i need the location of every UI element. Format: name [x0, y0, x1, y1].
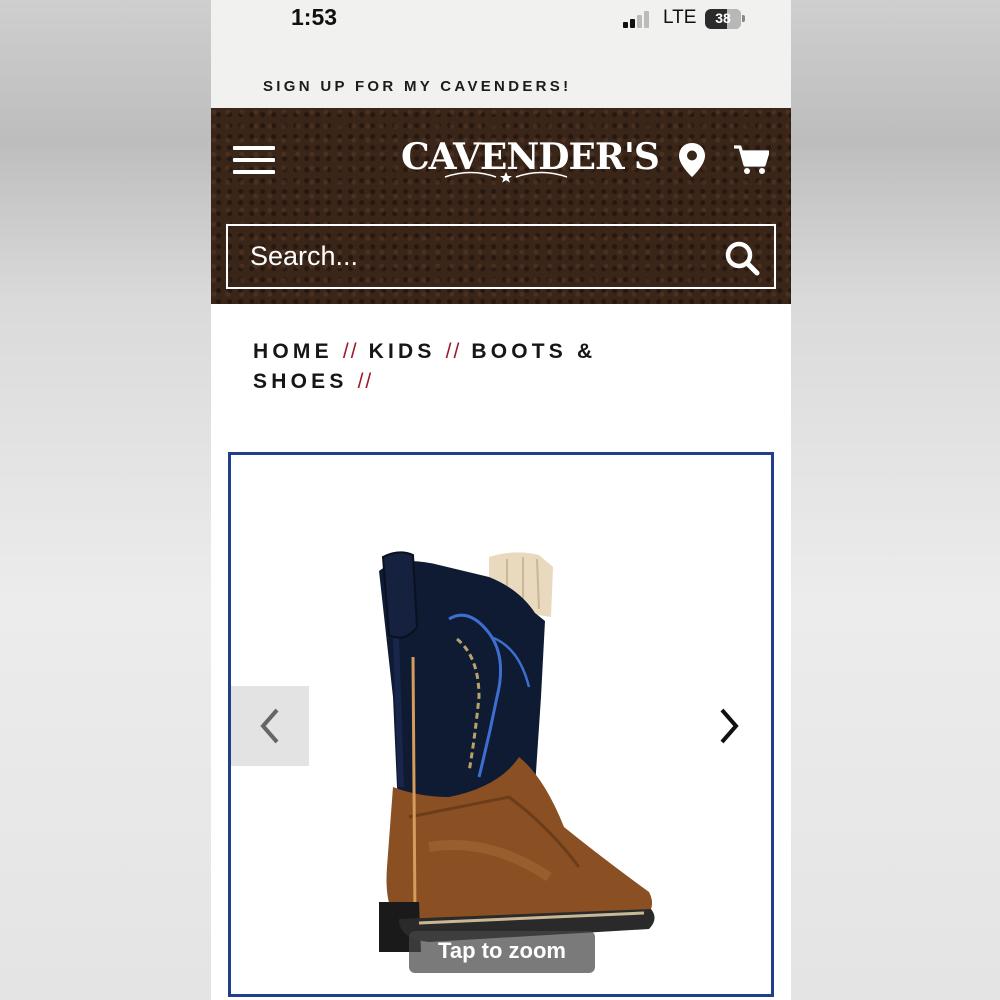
breadcrumb-separator: // [342, 340, 359, 363]
product-boot-image[interactable] [339, 547, 659, 967]
carousel-prev-button[interactable] [231, 686, 309, 766]
chevron-left-icon [260, 708, 279, 744]
breadcrumb-separator: // [357, 370, 374, 393]
carousel-next-button[interactable] [709, 698, 749, 754]
breadcrumb: HOME // KIDS // BOOTS & SHOES // [253, 337, 683, 397]
search-bar [226, 224, 776, 289]
signup-banner-link[interactable]: SIGN UP FOR MY CAVENDERS! [263, 78, 571, 95]
logo-flourish-icon [444, 171, 568, 183]
tap-to-zoom-label[interactable]: Tap to zoom [409, 931, 595, 973]
menu-icon[interactable] [233, 146, 275, 176]
status-time: 1:53 [291, 4, 338, 30]
network-label: LTE [663, 7, 697, 28]
breadcrumb-home[interactable]: HOME [253, 340, 333, 363]
phone-screen: 1:53 LTE 38 SIGN UP FOR MY CAVENDERS! CA… [211, 0, 791, 1000]
search-icon[interactable] [724, 240, 760, 276]
signal-strength-icon [623, 10, 655, 28]
chevron-right-icon [720, 708, 739, 744]
battery-icon: 38 [705, 9, 741, 29]
battery-percent: 38 [715, 10, 731, 26]
battery-tip [742, 15, 745, 22]
status-bar: 1:53 LTE 38 SIGN UP FOR MY CAVENDERS! [211, 0, 791, 108]
cart-icon[interactable] [733, 144, 769, 176]
site-header: CAVENDER'S [211, 108, 791, 304]
location-pin-icon[interactable] [677, 142, 707, 178]
breadcrumb-separator: // [445, 340, 462, 363]
search-input[interactable] [238, 226, 708, 287]
product-image-carousel[interactable]: Tap to zoom [228, 452, 774, 997]
breadcrumb-kids[interactable]: KIDS [369, 340, 436, 363]
